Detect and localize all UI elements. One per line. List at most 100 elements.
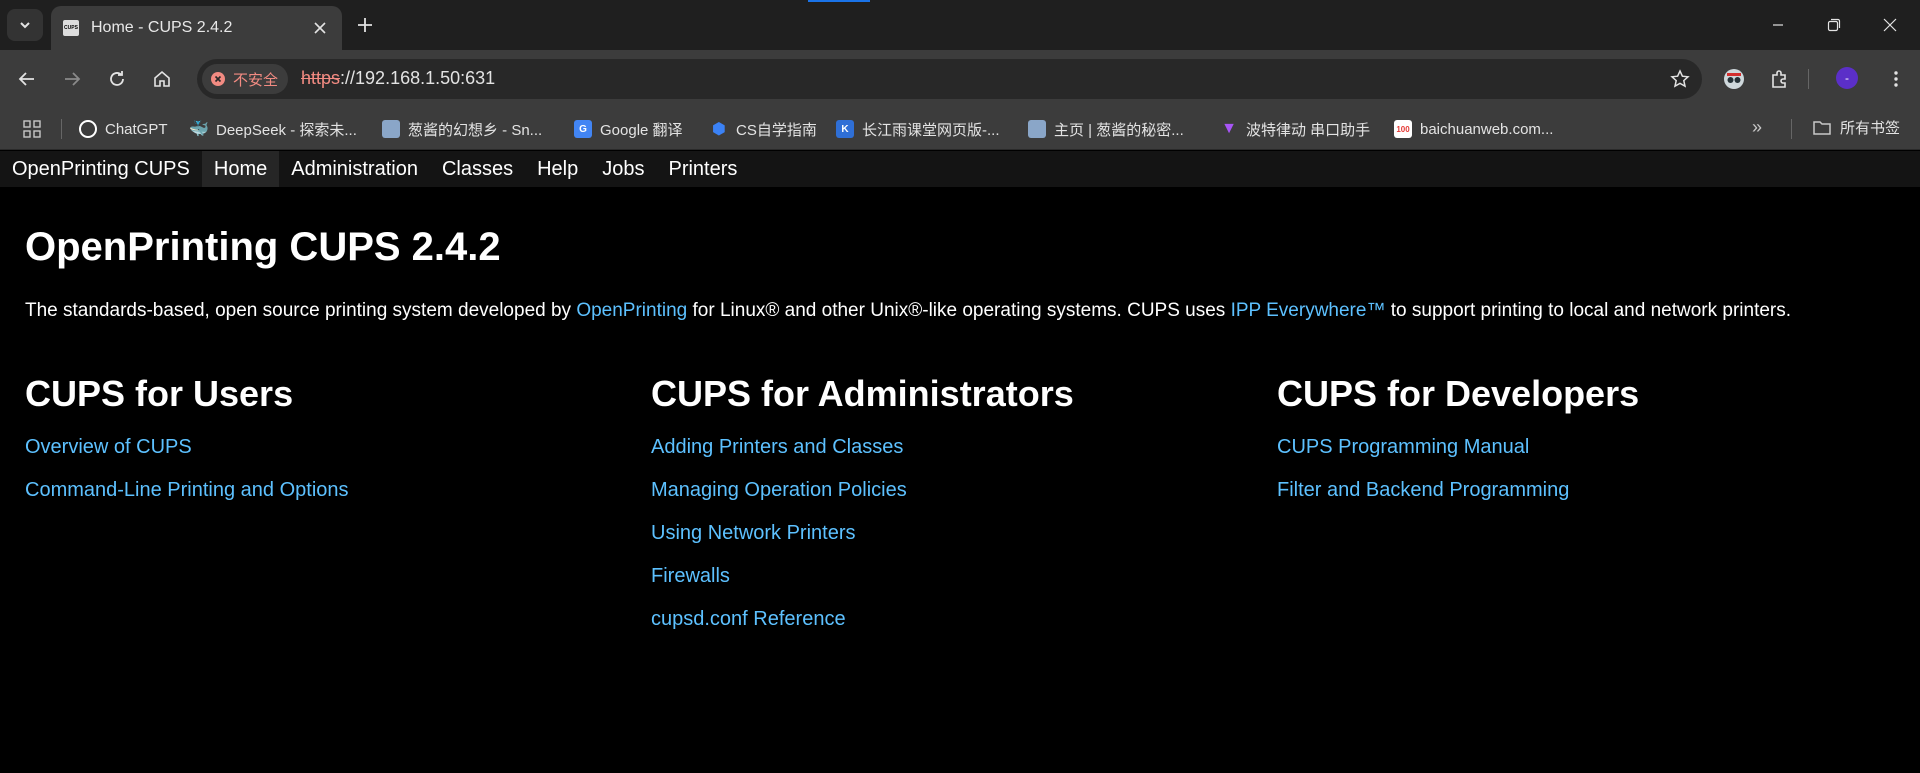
nav-jobs[interactable]: Jobs bbox=[590, 151, 656, 187]
deepseek-icon: 🐳 bbox=[189, 121, 209, 138]
all-bookmarks-label: 所有书签 bbox=[1840, 120, 1901, 137]
admins-links: Adding Printers and Classes Managing Ope… bbox=[651, 431, 1271, 646]
active-tab[interactable]: CUPS Home - CUPS 2.4.2 bbox=[51, 6, 342, 50]
nav-help[interactable]: Help bbox=[525, 151, 590, 187]
arrow-left-icon bbox=[18, 72, 34, 86]
puzzle-icon bbox=[1772, 70, 1786, 88]
close-icon bbox=[1883, 18, 1897, 32]
security-label: 不安全 bbox=[233, 71, 279, 89]
bookmark-fantasy[interactable]: 葱酱的幻想乡 - Sn... bbox=[382, 117, 542, 141]
list-item: Overview of CUPS bbox=[25, 431, 645, 474]
google-translate-icon: G bbox=[574, 120, 592, 138]
admins-heading: CUPS for Administrators bbox=[651, 373, 1074, 414]
home-icon bbox=[154, 70, 170, 87]
developers-heading: CUPS for Developers bbox=[1277, 373, 1640, 414]
tab-search-button[interactable] bbox=[7, 9, 43, 41]
firewalls-link[interactable]: Firewalls bbox=[651, 565, 730, 587]
security-chip[interactable]: 不安全 bbox=[202, 64, 289, 94]
list-item: CUPS Programming Manual bbox=[1277, 431, 1897, 474]
bookmark-label: 波特律动 串口助手 bbox=[1246, 121, 1371, 139]
operation-policies-link[interactable]: Managing Operation Policies bbox=[651, 479, 907, 501]
programming-manual-link[interactable]: CUPS Programming Manual bbox=[1277, 436, 1529, 458]
page-title: OpenPrinting CUPS 2.4.2 bbox=[25, 225, 501, 269]
reload-button[interactable] bbox=[101, 63, 133, 95]
chevron-down-icon bbox=[20, 22, 30, 29]
chatgpt-icon bbox=[79, 120, 97, 138]
bookmark-star-button[interactable] bbox=[1668, 67, 1692, 91]
command-line-printing-link[interactable]: Command-Line Printing and Options bbox=[25, 479, 349, 501]
bookmark-cs-guide[interactable]: ⬢ CS自学指南 bbox=[710, 117, 817, 141]
toolbar-divider bbox=[1808, 69, 1809, 89]
users-links: Overview of CUPS Command-Line Printing a… bbox=[25, 431, 645, 517]
home-button[interactable] bbox=[146, 63, 178, 95]
extensions-button[interactable] bbox=[1764, 63, 1796, 95]
tab-title: Home - CUPS 2.4.2 bbox=[91, 19, 233, 36]
minimize-button[interactable] bbox=[1750, 0, 1806, 50]
bookmark-chatgpt[interactable]: ChatGPT bbox=[79, 117, 168, 141]
baichuan-icon: 100 bbox=[1394, 120, 1412, 138]
cupsd-conf-link[interactable]: cupsd.conf Reference bbox=[651, 608, 846, 630]
avatar-icon bbox=[1028, 120, 1046, 138]
bookmark-google-translate[interactable]: G Google 翻译 bbox=[574, 117, 683, 141]
bookmark-deepseek[interactable]: 🐳 DeepSeek - 探索未... bbox=[189, 117, 357, 141]
bookmark-label: 长江雨课堂网页版-... bbox=[862, 121, 1000, 139]
network-printers-link[interactable]: Using Network Printers bbox=[651, 522, 856, 544]
apps-grid-icon[interactable] bbox=[22, 119, 42, 139]
adding-printers-link[interactable]: Adding Printers and Classes bbox=[651, 436, 903, 458]
bookmark-label: baichuanweb.com... bbox=[1420, 120, 1554, 138]
bookmark-label: Google 翻译 bbox=[600, 121, 683, 139]
admins-column: CUPS for Administrators Adding Printers … bbox=[651, 370, 1271, 646]
list-item: Filter and Backend Programming bbox=[1277, 474, 1897, 517]
bookmark-label: ChatGPT bbox=[105, 120, 168, 138]
bookmark-serial-assistant[interactable]: ▼ 波特律动 串口助手 bbox=[1220, 117, 1370, 141]
url-text[interactable]: https://192.168.1.50:631 bbox=[301, 68, 495, 89]
browser-toolbar: 不安全 https://192.168.1.50:631 bbox=[0, 50, 1920, 108]
users-heading: CUPS for Users bbox=[25, 373, 294, 414]
openprinting-link[interactable]: OpenPrinting bbox=[576, 300, 687, 321]
bookmark-label: 主页 | 葱酱的秘密... bbox=[1054, 121, 1184, 139]
ipp-everywhere-link[interactable]: IPP Everywhere™ bbox=[1231, 300, 1386, 321]
chevron-double-right-icon[interactable]: » bbox=[1752, 117, 1762, 138]
bookmark-label: DeepSeek - 探索未... bbox=[216, 121, 357, 139]
bookmarks-divider bbox=[1791, 119, 1792, 139]
filter-backend-link[interactable]: Filter and Backend Programming bbox=[1277, 479, 1569, 501]
plus-icon bbox=[358, 18, 372, 32]
new-tab-button[interactable] bbox=[350, 10, 380, 40]
profile-avatar-button[interactable]: - bbox=[1836, 67, 1858, 89]
nav-openprinting-cups[interactable]: OpenPrinting CUPS bbox=[0, 151, 202, 187]
users-column: CUPS for Users Overview of CUPS Command-… bbox=[25, 370, 645, 517]
back-button[interactable] bbox=[11, 63, 43, 95]
nav-administration[interactable]: Administration bbox=[279, 151, 430, 187]
nav-printers[interactable]: Printers bbox=[656, 151, 749, 187]
overview-link[interactable]: Overview of CUPS bbox=[25, 436, 192, 458]
nav-home[interactable]: Home bbox=[201, 151, 280, 187]
minimize-icon bbox=[1773, 24, 1783, 26]
bookmark-label: CS自学指南 bbox=[736, 121, 817, 139]
nav-classes[interactable]: Classes bbox=[430, 151, 525, 187]
window-close-button[interactable] bbox=[1862, 0, 1918, 50]
list-item: cupsd.conf Reference bbox=[651, 603, 1271, 646]
tab-close-button[interactable] bbox=[310, 18, 330, 38]
avatar-icon bbox=[382, 120, 400, 138]
all-bookmarks-folder[interactable]: 所有书签 bbox=[1812, 117, 1900, 138]
bookmarks-bar: ChatGPT 🐳 DeepSeek - 探索未... 葱酱的幻想乡 - Sn.… bbox=[0, 108, 1920, 150]
bookmark-baichuan[interactable]: 100 baichuanweb.com... bbox=[1394, 117, 1553, 141]
extension-spy-button[interactable] bbox=[1718, 63, 1750, 95]
menu-button[interactable] bbox=[1880, 63, 1912, 95]
bookmarks-divider bbox=[61, 119, 62, 139]
warning-circle-icon bbox=[211, 72, 225, 86]
bookmark-yuketang[interactable]: K 长江雨课堂网页版-... bbox=[836, 117, 1000, 141]
list-item: Firewalls bbox=[651, 560, 1271, 603]
intro-text: The standards-based, open source printin… bbox=[25, 300, 577, 321]
forward-button[interactable] bbox=[56, 63, 88, 95]
yuketang-icon: K bbox=[836, 120, 854, 138]
developers-links: CUPS Programming Manual Filter and Backe… bbox=[1277, 431, 1897, 517]
address-bar[interactable]: 不安全 https://192.168.1.50:631 bbox=[197, 59, 1702, 99]
list-item: Using Network Printers bbox=[651, 517, 1271, 560]
close-icon bbox=[314, 22, 326, 34]
url-scheme: https bbox=[301, 68, 341, 88]
restore-button[interactable] bbox=[1806, 0, 1862, 50]
restore-icon bbox=[1827, 18, 1841, 32]
intro-text: for Linux® and other Unix®-like operatin… bbox=[687, 300, 1231, 321]
bookmark-homepage[interactable]: 主页 | 葱酱的秘密... bbox=[1028, 117, 1184, 141]
